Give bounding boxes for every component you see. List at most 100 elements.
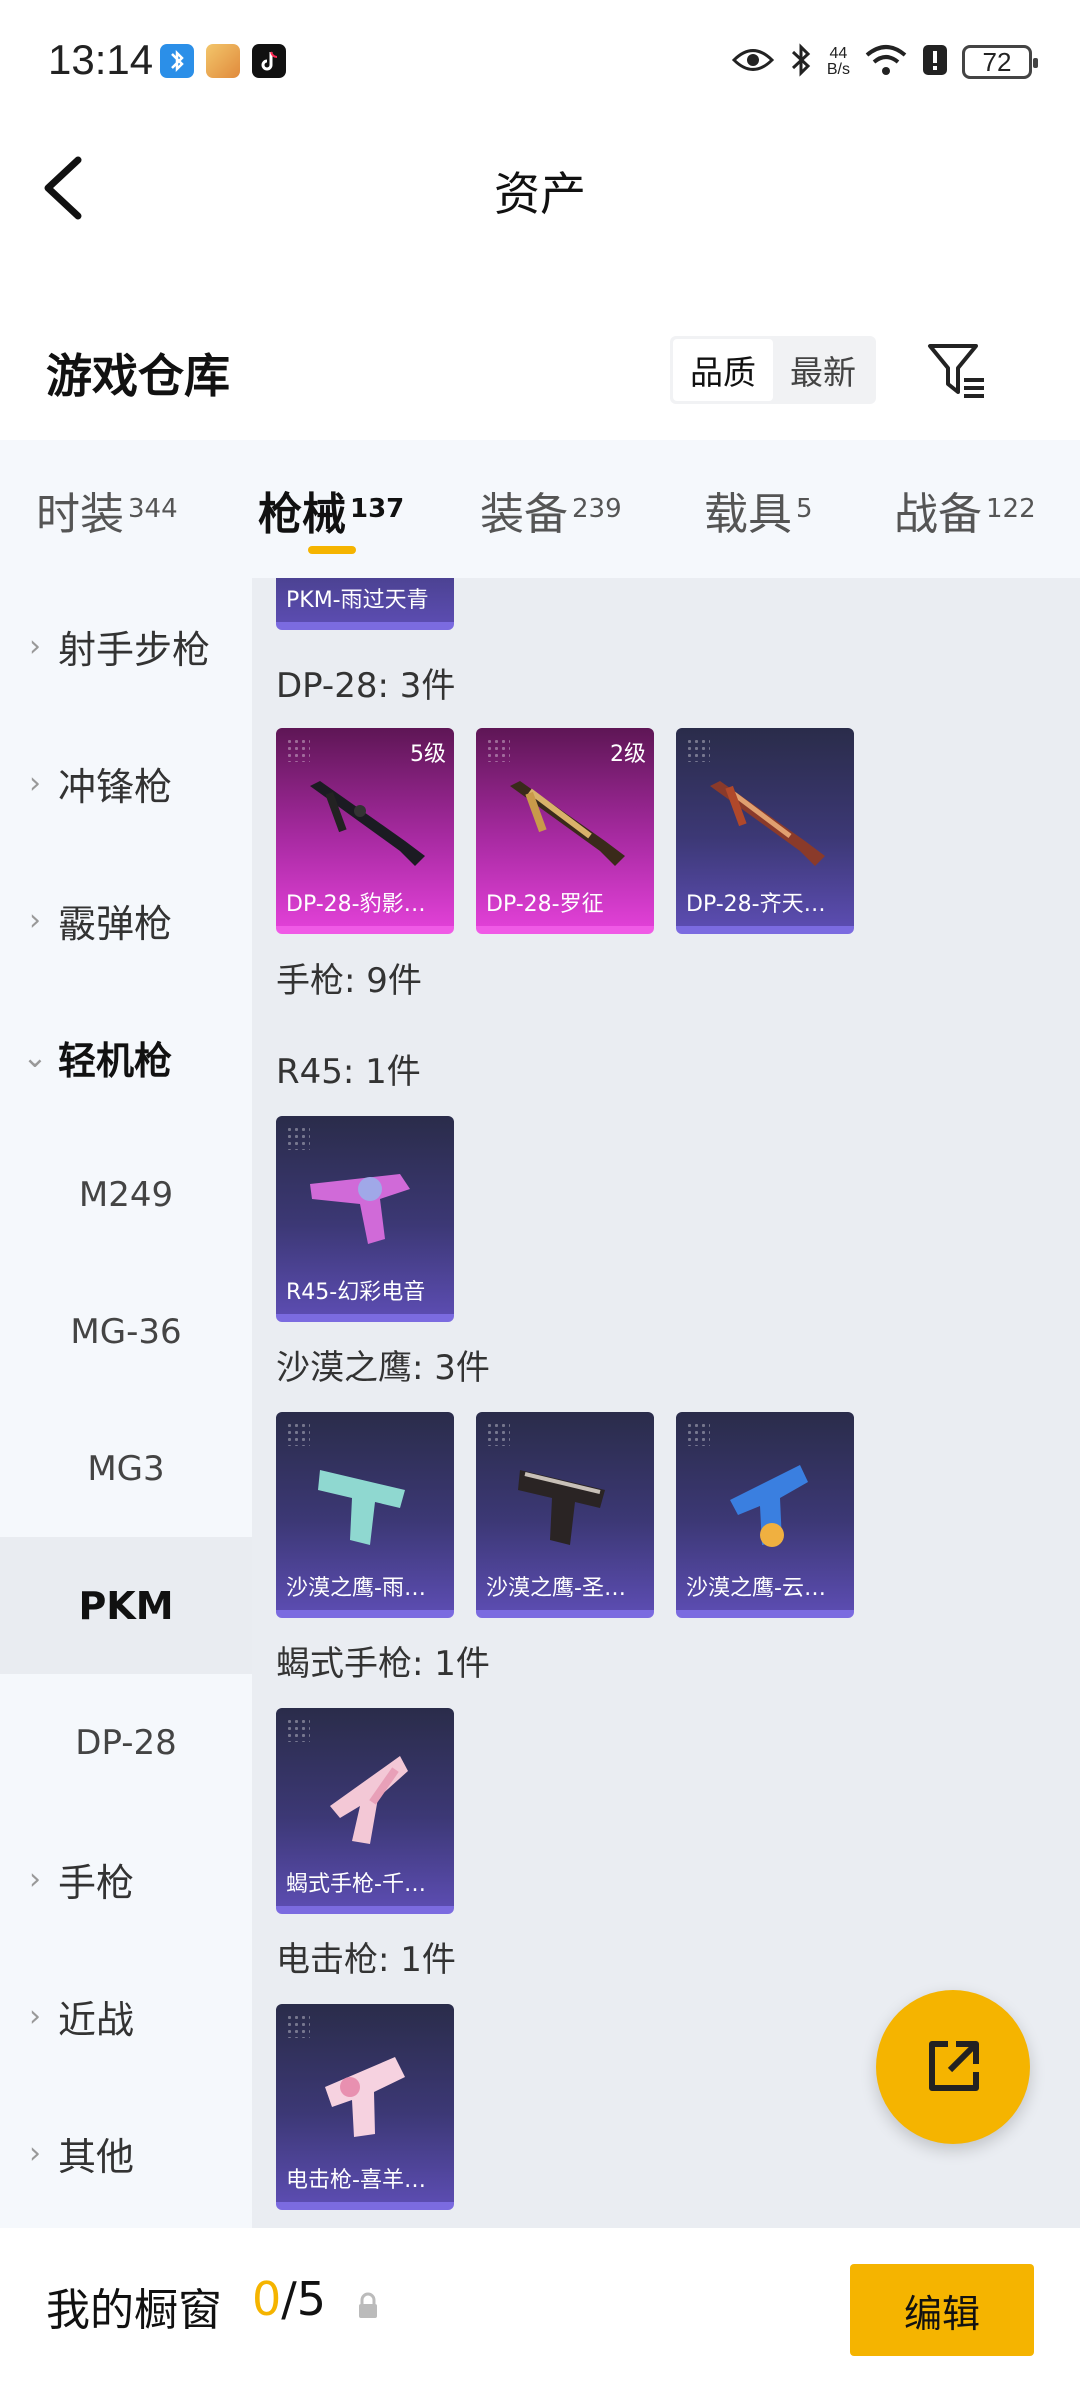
skin-card[interactable]: 电击枪-喜羊… <box>276 2004 454 2210</box>
sidebar-item-label: 手枪 <box>58 1861 135 1905</box>
sidebar-item-label: 霰弹枪 <box>58 902 173 946</box>
tab-vehicles-label: 载具 <box>704 489 792 540</box>
sort-segmented-control: 品质 最新 <box>670 336 876 404</box>
sort-quality-option[interactable]: 品质 <box>673 339 773 401</box>
skin-card-label: 沙漠之鹰-圣… <box>486 1576 626 1601</box>
sidebar-item-label: 其他 <box>58 2135 135 2179</box>
section-title: 蝎式手枪: 1件 <box>276 1644 490 1684</box>
chevron-right-icon: › <box>29 903 41 938</box>
bluetooth-icon <box>789 42 813 82</box>
skin-card-label: 沙漠之鹰-云… <box>686 1576 826 1601</box>
skin-card[interactable]: R45-幻彩电音 <box>276 1116 454 1322</box>
skin-card-label: 电击枪-喜羊… <box>286 2168 426 2193</box>
chevron-right-icon: › <box>29 1862 41 1897</box>
status-icons: 44 B/s 72 <box>731 40 1038 84</box>
sidebar-item-marksman-rifle[interactable]: › 射手步枪 <box>0 578 252 715</box>
section-title: R45: 1件 <box>276 1052 421 1092</box>
tiktok-icon <box>252 44 286 78</box>
alert-icon <box>922 43 948 81</box>
skin-card-label: 沙漠之鹰-雨… <box>286 1576 426 1601</box>
wifi-icon <box>864 43 908 81</box>
sidebar-item-label: 近战 <box>58 1998 135 2042</box>
skin-card-label: DP-28-罗征 <box>486 892 604 917</box>
tab-fashion-count: 344 <box>128 494 178 524</box>
skin-card[interactable]: 2级 DP-28-罗征 <box>476 728 654 934</box>
filter-button[interactable] <box>924 338 990 402</box>
sidebar-item-melee[interactable]: › 近战 <box>0 1948 252 2085</box>
sort-newest-option[interactable]: 最新 <box>773 339 873 401</box>
chevron-right-icon: › <box>29 1999 41 2034</box>
section-title: 手枪: 9件 <box>276 961 422 1001</box>
lmg-icon <box>710 781 825 866</box>
eye-icon <box>731 45 775 79</box>
tab-equipment-count: 239 <box>572 494 622 524</box>
skin-card[interactable]: 5级 DP-28-豹影… <box>276 728 454 934</box>
tab-equipment-label: 装备 <box>480 489 568 540</box>
status-bar: 13:14 44 B/s 72 <box>0 0 1080 120</box>
skin-card[interactable]: PKM-雨过天青 <box>276 578 454 630</box>
skin-card[interactable]: 沙漠之鹰-云… <box>676 1412 854 1618</box>
share-icon <box>929 2041 979 2091</box>
category-tabs: 时装 344 枪械 137 装备 239 载具 5 战备 122 <box>0 440 1080 578</box>
smg-icon <box>330 1756 408 1844</box>
skin-card-label: DP-28-齐天… <box>686 892 826 917</box>
weapon-category-sidebar: › 射手步枪 › 冲锋枪 › 霰弹枪 ⌄ 轻机枪 M249 MG-36 MG3 PKM … <box>0 578 252 2228</box>
tab-vehicles[interactable]: 载具 5 <box>704 478 813 542</box>
sidebar-item-shotgun[interactable]: › 霰弹枪 <box>0 852 252 989</box>
chevron-right-icon: › <box>29 629 41 664</box>
lmg-icon <box>310 781 425 866</box>
sidebar-item-pkm[interactable]: PKM <box>0 1537 252 1674</box>
sidebar-item-m249[interactable]: M249 <box>0 1126 252 1263</box>
tab-fashion[interactable]: 时装 344 <box>36 478 178 542</box>
sidebar-item-lmg[interactable]: ⌄ 轻机枪 <box>0 989 252 1126</box>
tab-supplies[interactable]: 战备 122 <box>894 478 1036 542</box>
filter-icon <box>928 344 984 398</box>
sidebar-item-smg[interactable]: › 冲锋枪 <box>0 715 252 852</box>
tab-vehicles-count: 5 <box>796 494 813 524</box>
warehouse-title: 游戏仓库 <box>46 349 230 403</box>
sidebar-item-mg36[interactable]: MG-36 <box>0 1263 252 1400</box>
showcase-total: /5 <box>281 2272 327 2326</box>
edit-button[interactable]: 编辑 <box>850 2264 1034 2356</box>
chevron-down-icon: ⌄ <box>22 1040 48 1075</box>
sidebar-item-mg3[interactable]: MG3 <box>0 1400 252 1537</box>
tab-equipment[interactable]: 装备 239 <box>480 478 622 542</box>
lock-icon <box>359 2292 377 2318</box>
chevron-right-icon: › <box>29 766 41 801</box>
nav-bar: 资产 <box>0 120 1080 260</box>
showcase-label: 我的橱窗 <box>46 2285 222 2336</box>
tab-firearms[interactable]: 枪械 137 <box>258 478 404 542</box>
pistol-icon <box>318 1470 405 1545</box>
battery-icon: 72 <box>962 45 1038 79</box>
skin-card[interactable]: 沙漠之鹰-圣… <box>476 1412 654 1618</box>
bluetooth-app-icon <box>160 44 194 78</box>
showcase-current: 0 <box>252 2272 282 2326</box>
tab-supplies-label: 战备 <box>894 489 982 540</box>
section-title: DP-28: 3件 <box>276 666 456 706</box>
skin-card[interactable]: 沙漠之鹰-雨… <box>276 1412 454 1618</box>
net-speed-value: 44 <box>829 45 848 62</box>
sidebar-item-label: 冲锋枪 <box>58 765 173 809</box>
tab-firearms-count: 137 <box>350 494 405 524</box>
section-title: 电击枪: 1件 <box>276 1940 456 1980</box>
warehouse-header: 游戏仓库 品质 最新 <box>0 300 1080 440</box>
sidebar-item-pistol[interactable]: › 手枪 <box>0 1811 252 1948</box>
share-button[interactable] <box>876 1990 1030 2144</box>
tab-firearms-label: 枪械 <box>258 489 346 540</box>
tab-fashion-label: 时装 <box>36 489 124 540</box>
stun-gun-icon <box>325 2057 405 2137</box>
showcase-count: 0/5 <box>252 2272 326 2326</box>
chevron-right-icon: › <box>29 2136 41 2171</box>
sidebar-item-other[interactable]: › 其他 <box>0 2085 252 2222</box>
skin-card-label: DP-28-豹影… <box>286 892 426 917</box>
pistol-icon <box>730 1465 808 1547</box>
page-title: 资产 <box>494 167 586 221</box>
skin-card[interactable]: DP-28-齐天… <box>676 728 854 934</box>
skin-card[interactable]: 蝎式手枪-千… <box>276 1708 454 1914</box>
section-title: 沙漠之鹰: 3件 <box>276 1348 490 1388</box>
item-grid: PKM-雨过天青 DP-28: 3件 5级 DP-28-豹影… 2级 DP-28… <box>252 578 1080 2228</box>
sidebar-item-dp28[interactable]: DP-28 <box>0 1674 252 1811</box>
revolver-icon <box>310 1174 410 1244</box>
sidebar-item-label: 射手步枪 <box>58 628 211 672</box>
net-speed: 44 B/s <box>827 46 850 78</box>
